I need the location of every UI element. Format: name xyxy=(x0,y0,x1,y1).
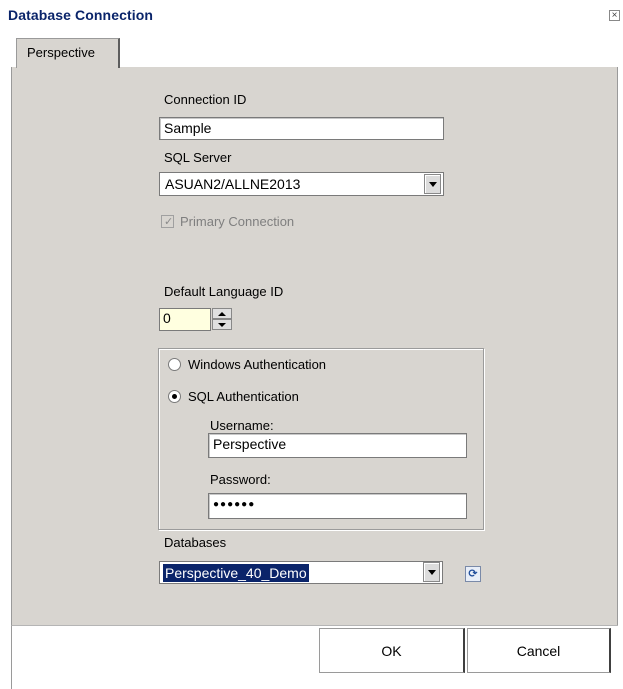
spin-up-button[interactable] xyxy=(212,308,232,319)
primary-connection-checkbox[interactable]: ✓ xyxy=(161,215,174,228)
refresh-icon[interactable]: ⟳ xyxy=(465,566,481,582)
close-icon[interactable]: × xyxy=(609,10,620,21)
username-label: Username: xyxy=(210,418,274,433)
tab-panel xyxy=(11,67,618,625)
window-title: Database Connection xyxy=(8,7,154,23)
databases-label: Databases xyxy=(164,535,227,550)
default-language-label: Default Language ID xyxy=(164,284,284,299)
chevron-down-icon[interactable] xyxy=(424,174,441,194)
chevron-down-icon[interactable] xyxy=(423,562,440,582)
sql-server-combo[interactable]: ASUAN2/ALLNE2013 xyxy=(159,172,444,196)
default-language-input[interactable]: 0 xyxy=(159,308,211,331)
sql-server-value: ASUAN2/ALLNE2013 xyxy=(165,176,301,192)
databases-combo[interactable]: Perspective_40_Demo xyxy=(159,561,443,584)
sql-server-label: SQL Server xyxy=(164,150,232,165)
spin-down-button[interactable] xyxy=(212,319,232,330)
cancel-button[interactable]: Cancel xyxy=(467,628,611,673)
windows-auth-radio[interactable] xyxy=(168,358,181,371)
ok-button[interactable]: OK xyxy=(319,628,465,673)
radio-selected-dot xyxy=(172,394,177,399)
connection-id-label: Connection ID xyxy=(164,92,247,107)
password-label: Password: xyxy=(210,472,271,487)
username-input[interactable]: Perspective xyxy=(208,433,467,458)
sql-auth-radio[interactable] xyxy=(168,390,181,403)
databases-value: Perspective_40_Demo xyxy=(163,564,309,582)
windows-auth-label: Windows Authentication xyxy=(188,357,327,372)
sql-auth-label: SQL Authentication xyxy=(188,389,299,404)
primary-connection-label: Primary Connection xyxy=(180,214,295,229)
checkmark-icon: ✓ xyxy=(164,216,174,228)
password-input[interactable]: ●●●●●● xyxy=(208,493,467,519)
connection-id-input[interactable]: Sample xyxy=(159,117,444,140)
tab-perspective[interactable]: Perspective xyxy=(16,38,120,68)
